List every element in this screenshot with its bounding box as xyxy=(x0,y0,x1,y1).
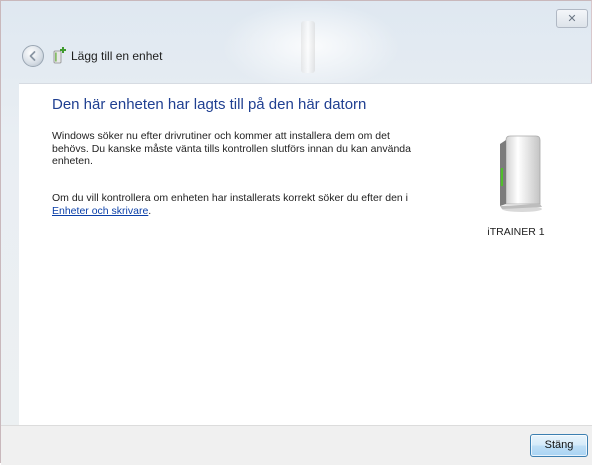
titlebar-device-watermark xyxy=(301,21,315,73)
window-title: Lägg till en enhet xyxy=(71,49,163,63)
add-device-window: ✕ Lägg till en enhet Den här enheten har… xyxy=(0,0,592,465)
check-paragraph: Om du vill kontrollera om enheten har in… xyxy=(52,192,422,217)
info-paragraph: Windows söker nu efter drivrutiner och k… xyxy=(52,130,411,167)
window-close-button[interactable]: ✕ xyxy=(556,9,588,28)
close-dialog-button[interactable]: Stäng xyxy=(530,434,588,457)
back-arrow-icon xyxy=(29,51,36,61)
content-panel: Den här enheten har lagts till på den hä… xyxy=(19,83,592,426)
check-paragraph-text: Om du vill kontrollera om enheten har in… xyxy=(52,192,409,204)
page-heading: Den här enheten har lagts till på den hä… xyxy=(52,96,367,113)
devices-printers-link[interactable]: Enheter och skrivare xyxy=(52,205,148,217)
back-button[interactable] xyxy=(22,45,44,67)
external-drive-icon xyxy=(500,135,542,212)
device-name: iTRAINER 1 xyxy=(487,226,545,238)
footer-bar: Stäng xyxy=(1,425,592,465)
check-paragraph-end: . xyxy=(148,204,152,217)
add-device-icon xyxy=(53,47,66,64)
